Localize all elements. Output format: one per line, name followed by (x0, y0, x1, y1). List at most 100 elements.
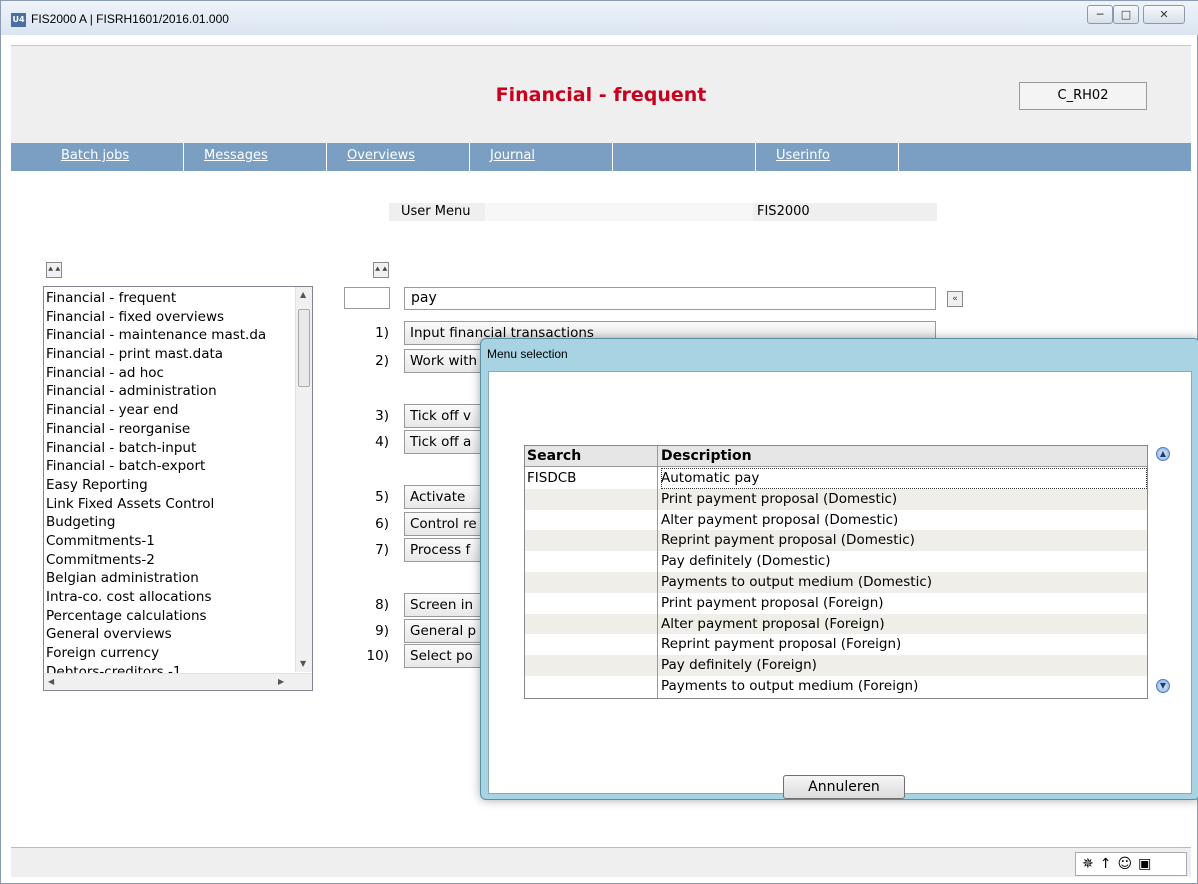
title-bar: U4 FIS2000 A | FISRH1601/2016.01.000 ─ □… (1, 1, 1198, 35)
nav-bar: Batch jobs Messages Overviews Journal Us… (11, 143, 1191, 171)
user-menu-spacer (485, 203, 753, 221)
nav-messages-label: Messages (204, 148, 268, 163)
menu-list-item[interactable]: Percentage calculations (46, 607, 294, 626)
options-up-button[interactable]: ⯅⯅ (373, 262, 389, 278)
user-menu-row: User Menu FIS2000 (389, 203, 937, 221)
column-separator (657, 446, 658, 698)
table-row[interactable]: Pay definitely (Domestic) (525, 551, 1147, 572)
results-grid: Search Description FISDCB Automatic pay Pr… (524, 445, 1148, 699)
table-row[interactable]: Alter payment proposal (Foreign) (525, 613, 1147, 635)
option-number: 4) (375, 434, 389, 450)
screen-code: C_RH02 (1019, 82, 1147, 110)
scroll-down-icon[interactable]: ▼ (300, 659, 306, 668)
menu-list-item[interactable]: Financial - fixed overviews (46, 308, 294, 327)
table-row[interactable]: Print payment proposal (Domestic) (525, 488, 1147, 510)
window-title: FIS2000 A | FISRH1601/2016.01.000 (31, 12, 229, 26)
scroll-up-icon[interactable]: ▲ (300, 290, 306, 299)
menu-list-item[interactable]: Financial - administration (46, 382, 294, 401)
option-number: 9) (375, 623, 389, 639)
search-back-button[interactable]: « (947, 291, 963, 307)
table-row[interactable]: Pay definitely (Foreign) (525, 655, 1147, 676)
row-description-cell: Reprint payment proposal (Foreign) (661, 636, 902, 653)
row-description-cell: Alter payment proposal (Foreign) (661, 615, 885, 632)
nav-empty[interactable] (613, 143, 756, 171)
option-number: 5) (375, 489, 389, 505)
row-search-cell: FISDCB (527, 470, 577, 486)
nav-userinfo[interactable]: Userinfo (756, 143, 899, 171)
table-row[interactable]: FISDCB Automatic pay (525, 468, 1147, 489)
column-header-search: Search (527, 448, 582, 464)
menu-list-item[interactable]: Financial - maintenance mast.da (46, 326, 294, 345)
nav-batch-jobs[interactable]: Batch jobs (41, 143, 184, 171)
menu-list-item[interactable]: Financial - year end (46, 401, 294, 420)
close-button[interactable]: ✕ (1143, 5, 1185, 24)
nav-batch-jobs-label: Batch jobs (61, 148, 130, 163)
grid-scroll-up-icon[interactable]: ▲ (1156, 447, 1170, 461)
table-row[interactable]: Reprint payment proposal (Domestic) (525, 530, 1147, 552)
table-row[interactable]: Payments to output medium (Domestic) (525, 572, 1147, 593)
menu-list-item[interactable]: Budgeting (46, 513, 294, 532)
menu-list-up-button[interactable]: ⯅⯅ (46, 262, 62, 278)
option-number: 1) (375, 325, 389, 341)
menu-list-item[interactable]: General overviews (46, 625, 294, 644)
menu-selection-dialog: Menu selection Search Description FISDCB… (480, 338, 1198, 800)
nav-messages[interactable]: Messages (184, 143, 327, 171)
menu-number-input[interactable] (344, 287, 390, 309)
table-row[interactable]: Payments to output medium (Foreign) (525, 676, 1147, 697)
search-input[interactable]: pay (404, 287, 936, 310)
scroll-right-icon[interactable]: ▶ (278, 677, 284, 686)
nav-journal-label: Journal (490, 148, 535, 163)
row-description-cell: Pay definitely (Foreign) (661, 657, 817, 674)
menu-list-item[interactable]: Easy Reporting (46, 476, 294, 495)
option-number: 7) (375, 542, 389, 558)
nav-journal[interactable]: Journal (470, 143, 613, 171)
option-number: 10) (366, 648, 389, 664)
nav-overviews-label: Overviews (347, 148, 415, 163)
box-icon[interactable]: ▣ (1138, 856, 1157, 872)
menu-list-item[interactable]: Financial - batch-input (46, 439, 294, 458)
row-description-cell: Payments to output medium (Domestic) (661, 574, 933, 590)
option-number: 6) (375, 516, 389, 532)
row-description-cell: Pay definitely (Domestic) (661, 553, 831, 570)
cancel-button[interactable]: Annuleren (783, 775, 905, 799)
menu-list[interactable]: Financial - frequent Financial - fixed ov… (43, 286, 313, 691)
menu-list-vscrollbar[interactable]: ▲ ▼ (295, 287, 312, 672)
status-bar: ✵↑☺▣ (11, 847, 1191, 877)
column-header-description: Description (661, 448, 752, 464)
menu-list-item[interactable]: Belgian administration (46, 569, 294, 588)
table-row[interactable]: Reprint payment proposal (Foreign) (525, 634, 1147, 655)
menu-list-item[interactable]: Financial - reorganise (46, 420, 294, 439)
maximize-button[interactable]: □ (1113, 5, 1139, 24)
menu-list-hscrollbar[interactable]: ◀ ▶ (44, 673, 312, 690)
scroll-left-icon[interactable]: ◀ (48, 677, 54, 686)
dialog-body: Search Description FISDCB Automatic pay Pr… (488, 371, 1192, 799)
arrow-icon[interactable]: ↑ (1100, 856, 1118, 872)
nav-userinfo-label: Userinfo (776, 148, 831, 163)
option-number: 3) (375, 408, 389, 424)
grid-scroll-down-icon[interactable]: ▼ (1156, 679, 1170, 693)
menu-list-item[interactable]: Commitments-1 (46, 532, 294, 551)
minimize-button[interactable]: ─ (1087, 5, 1113, 24)
menu-list-item[interactable]: Link Fixed Assets Control (46, 495, 294, 514)
menu-list-item[interactable]: Financial - batch-export (46, 457, 294, 476)
nav-overviews[interactable]: Overviews (327, 143, 470, 171)
menu-list-items: Financial - frequent Financial - fixed ov… (46, 289, 294, 681)
menu-list-item[interactable]: Financial - frequent (46, 289, 294, 308)
user-menu-value: FIS2000 (757, 204, 810, 219)
app-icon: U4 (11, 13, 26, 27)
application-window: U4 FIS2000 A | FISRH1601/2016.01.000 ─ □… (0, 0, 1198, 884)
table-row[interactable]: Alter payment proposal (Domestic) (525, 510, 1147, 531)
row-description-cell: Reprint payment proposal (Domestic) (661, 532, 915, 549)
row-description-cell: Payments to output medium (Foreign) (661, 678, 919, 694)
row-description-cell: Print payment proposal (Domestic) (661, 490, 898, 507)
menu-list-scroll-thumb[interactable] (298, 309, 310, 387)
user-icon[interactable]: ☺ (1117, 856, 1138, 872)
menu-list-item[interactable]: Financial - ad hoc (46, 364, 294, 383)
menu-list-item[interactable]: Foreign currency (46, 644, 294, 663)
menu-list-item[interactable]: Commitments-2 (46, 551, 294, 570)
table-row[interactable]: Print payment proposal (Foreign) (525, 593, 1147, 614)
pointer-icon[interactable]: ✵ (1082, 856, 1100, 872)
menu-list-item[interactable]: Intra-co. cost allocations (46, 588, 294, 607)
menu-list-item[interactable]: Financial - print mast.data (46, 345, 294, 364)
row-description-cell: Alter payment proposal (Domestic) (661, 511, 899, 528)
